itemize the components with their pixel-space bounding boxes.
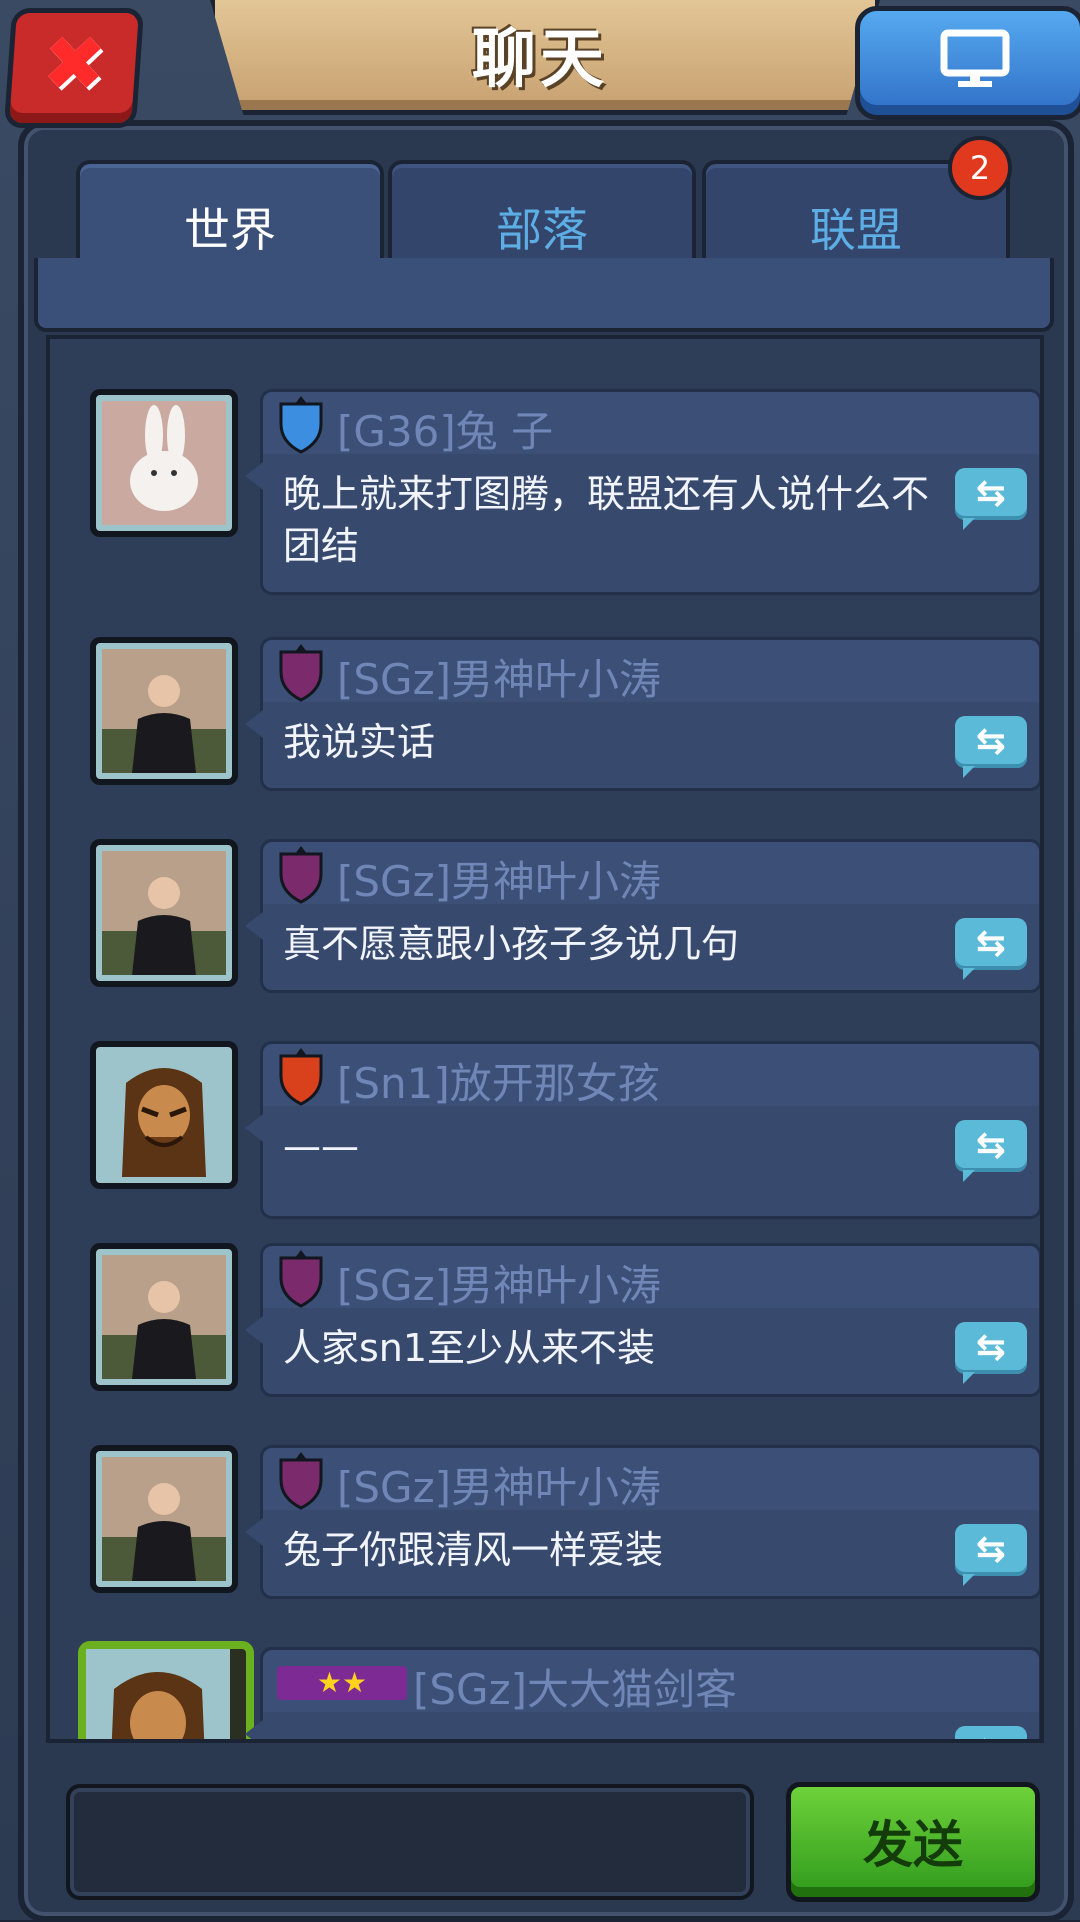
sender-name[interactable]: [Sn1]放开那女孩 — [337, 1050, 660, 1111]
chat-input[interactable] — [66, 1784, 754, 1900]
message-header: [SGz]男神叶小涛 — [263, 1246, 1039, 1310]
message-bubble: [SGz]男神叶小涛 真不愿意跟小孩子多说几句 ⇆ — [245, 839, 1040, 993]
reply-button[interactable]: ⇆ — [955, 1322, 1027, 1384]
sender-name[interactable]: [G36]兔 子 — [337, 398, 553, 459]
alliance-shield-icon — [279, 1048, 323, 1106]
page-title: 聊天 — [472, 23, 608, 97]
close-button[interactable]: ✖ — [3, 8, 145, 128]
message-header: [SGz]男神叶小涛 — [263, 1448, 1039, 1512]
send-label: 发送 — [863, 1816, 963, 1874]
man-avatar[interactable] — [90, 1243, 238, 1391]
vip-stars-icon: ★★ — [277, 1666, 407, 1700]
alliance-shield-icon — [279, 846, 323, 904]
swap-arrows-icon: ⇆ — [975, 923, 1007, 964]
notification-badge: 2 — [948, 136, 1012, 200]
sender-name[interactable]: [SGz]大大猫剑客 — [413, 1656, 737, 1717]
message-bubble: [SGz]男神叶小涛 人家sn1至少从来不装 ⇆ — [245, 1243, 1040, 1397]
reply-button[interactable]: ⇆ — [955, 468, 1027, 530]
reply-button[interactable]: ⇆ — [955, 716, 1027, 778]
close-icon: ✖ — [39, 19, 110, 108]
vip-avatar-frame[interactable] — [78, 1641, 254, 1739]
swap-arrows-icon: ⇆ — [955, 1726, 1027, 1739]
warrior-avatar[interactable] — [90, 1041, 238, 1189]
rabbit-avatar[interactable] — [90, 389, 238, 537]
message-bubble: [SGz]男神叶小涛 我说实话 ⇆ — [245, 637, 1040, 791]
swap-arrows-icon: ⇆ — [975, 1529, 1007, 1570]
message-text: —— — [283, 1124, 359, 1168]
warrior-avatar — [86, 1649, 230, 1739]
message-bubble: ★★ [SGz]大大猫剑客 ⇆ — [245, 1647, 1040, 1739]
message-text: 人家sn1至少从来不装 — [283, 1326, 656, 1370]
tab-content-header — [34, 258, 1054, 332]
alliance-shield-icon — [279, 1452, 323, 1510]
man-avatar[interactable] — [90, 637, 238, 785]
reply-button[interactable]: ⇆ — [955, 1524, 1027, 1586]
sender-name[interactable]: [SGz]男神叶小涛 — [337, 1454, 661, 1515]
man-avatar[interactable] — [90, 1445, 238, 1593]
swap-arrows-icon: ⇆ — [975, 721, 1007, 762]
reply-button[interactable]: ⇆ — [955, 918, 1027, 980]
message-header: [G36]兔 子 — [263, 392, 1039, 456]
message-text: 我说实话 — [283, 720, 436, 764]
monitor-icon — [940, 29, 1010, 87]
chat-window: 聊天 ✖ 世界 部落 联盟 2 [G36]兔 子 晚上就来打图腾，联盟还有人说什… — [0, 0, 1080, 1922]
alliance-shield-icon — [279, 396, 323, 454]
swap-arrows-icon: ⇆ — [975, 1327, 1007, 1368]
sender-name[interactable]: [SGz]男神叶小涛 — [337, 646, 661, 707]
message-header: [SGz]男神叶小涛 — [263, 842, 1039, 906]
reply-button[interactable]: ⇆ — [955, 1120, 1027, 1182]
message-text: 真不愿意跟小孩子多说几句 — [283, 922, 740, 966]
sender-name[interactable]: [SGz]男神叶小涛 — [337, 848, 661, 909]
alliance-shield-icon — [279, 1250, 323, 1308]
man-avatar[interactable] — [90, 839, 238, 987]
sender-name[interactable]: [SGz]男神叶小涛 — [337, 1252, 661, 1313]
message-header: [Sn1]放开那女孩 — [263, 1044, 1039, 1108]
message-bubble: [SGz]男神叶小涛 兔子你跟清风一样爱装 ⇆ — [245, 1445, 1040, 1599]
message-bubble: [Sn1]放开那女孩 —— ⇆ — [245, 1041, 1040, 1219]
tab-label: 联盟 — [810, 203, 902, 257]
message-header: ★★ [SGz]大大猫剑客 — [263, 1650, 1039, 1714]
swap-arrows-icon: ⇆ — [975, 473, 1007, 514]
tab-label: 世界 — [184, 203, 276, 257]
tab-tribe[interactable]: 部落 — [388, 160, 696, 274]
message-header: [SGz]男神叶小涛 — [263, 640, 1039, 704]
swap-arrows-icon: ⇆ — [975, 1125, 1007, 1166]
alliance-shield-icon — [279, 644, 323, 702]
tab-label: 部落 — [496, 203, 588, 257]
reply-button[interactable]: ⇆ — [955, 1726, 1027, 1739]
message-bubble: [G36]兔 子 晚上就来打图腾，联盟还有人说什么不团结 ⇆ — [245, 389, 1040, 595]
display-button[interactable] — [855, 6, 1080, 120]
message-list[interactable]: [G36]兔 子 晚上就来打图腾，联盟还有人说什么不团结 ⇆ [SGz]男神叶小… — [46, 335, 1044, 1743]
tab-world[interactable]: 世界 — [76, 160, 384, 274]
send-button[interactable]: 发送 — [786, 1782, 1040, 1902]
message-text: 晚上就来打图腾，联盟还有人说什么不团结 — [283, 472, 930, 568]
message-text: 兔子你跟清风一样爱装 — [283, 1528, 664, 1572]
